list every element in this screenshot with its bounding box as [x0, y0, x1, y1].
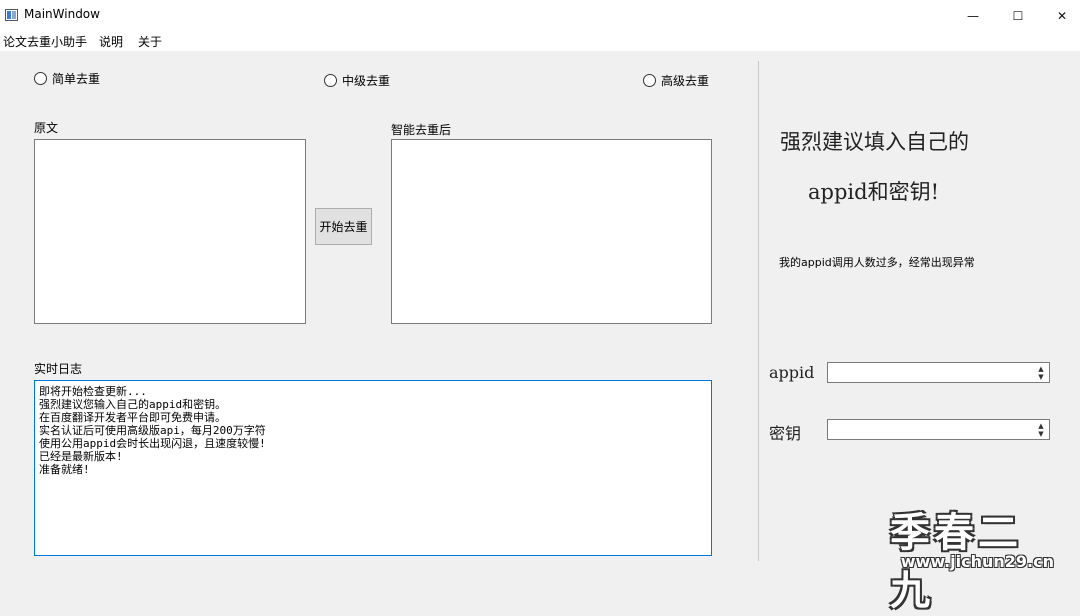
appid-label: appid: [769, 363, 815, 382]
window-title: MainWindow: [24, 7, 100, 21]
vertical-divider: [758, 61, 759, 561]
maximize-icon: ☐: [1012, 8, 1024, 23]
log-line: 使用公用appid会时长出现闪退，且速度较慢!: [39, 437, 266, 450]
start-dedup-button[interactable]: 开始去重: [315, 208, 372, 245]
radio-label: 简单去重: [52, 72, 101, 86]
chevron-down-icon[interactable]: ▼: [1038, 373, 1043, 381]
radio-label: 高级去重: [661, 74, 710, 88]
close-icon: ✕: [1056, 8, 1068, 23]
app-icon: [5, 9, 18, 21]
log-line: 准备就绪!: [39, 463, 90, 476]
log-line: 已经是最新版本!: [39, 450, 123, 463]
warning-text: 我的appid调用人数过多，经常出现异常: [779, 256, 975, 269]
original-textarea[interactable]: [34, 139, 306, 324]
key-input[interactable]: ▲ ▼: [827, 419, 1050, 440]
title-bar: MainWindow — ☐ ✕: [0, 0, 1080, 31]
log-textarea[interactable]: 即将开始检查更新... 强烈建议您输入自己的appid和密钥。 在百度翻译开发者…: [34, 380, 712, 556]
menu-item-assistant[interactable]: 论文去重小助手: [3, 33, 87, 50]
chevron-up-icon[interactable]: ▲: [1038, 365, 1043, 373]
chevron-down-icon[interactable]: ▼: [1038, 430, 1043, 438]
radio-circle[interactable]: [34, 72, 47, 85]
log-label: 实时日志: [34, 362, 83, 376]
radio-intermediate[interactable]: 中级去重: [324, 72, 390, 89]
result-label: 智能去重后: [391, 123, 452, 137]
original-label: 原文: [34, 121, 59, 135]
menu-item-about[interactable]: 关于: [138, 33, 162, 50]
menu-bar: 论文去重小助手 说明 关于: [0, 31, 1080, 51]
minimize-icon: —: [967, 8, 979, 23]
watermark: 季春二九 www.jichun29.cn: [890, 500, 1070, 614]
suggestion-line1: 强烈建议填入自己的: [780, 130, 969, 154]
appid-input[interactable]: ▲ ▼: [827, 362, 1050, 383]
log-line: 强烈建议您输入自己的appid和密钥。: [39, 398, 227, 411]
maximize-button[interactable]: ☐: [995, 0, 1041, 31]
radio-advanced[interactable]: 高级去重: [643, 72, 709, 89]
menu-item-instructions[interactable]: 说明: [99, 33, 123, 50]
watermark-url: www.jichun29.cn: [900, 552, 1054, 571]
log-line: 实名认证后可使用高级版api，每月200万字符: [39, 424, 266, 437]
close-button[interactable]: ✕: [1039, 0, 1080, 31]
key-spin-arrows[interactable]: ▲ ▼: [1033, 420, 1049, 439]
key-label: 密钥: [769, 424, 802, 443]
radio-simple[interactable]: 简单去重: [34, 70, 100, 87]
radio-label: 中级去重: [342, 74, 391, 88]
radio-circle[interactable]: [643, 74, 656, 87]
result-textarea[interactable]: [391, 139, 712, 324]
suggestion-line2: appid和密钥!: [808, 180, 940, 204]
log-line: 即将开始检查更新...: [39, 385, 147, 398]
appid-spin-arrows[interactable]: ▲ ▼: [1033, 363, 1049, 382]
radio-circle[interactable]: [324, 74, 337, 87]
chevron-up-icon[interactable]: ▲: [1038, 422, 1043, 430]
log-line: 在百度翻译开发者平台即可免费申请。: [39, 411, 226, 424]
minimize-button[interactable]: —: [950, 0, 996, 31]
